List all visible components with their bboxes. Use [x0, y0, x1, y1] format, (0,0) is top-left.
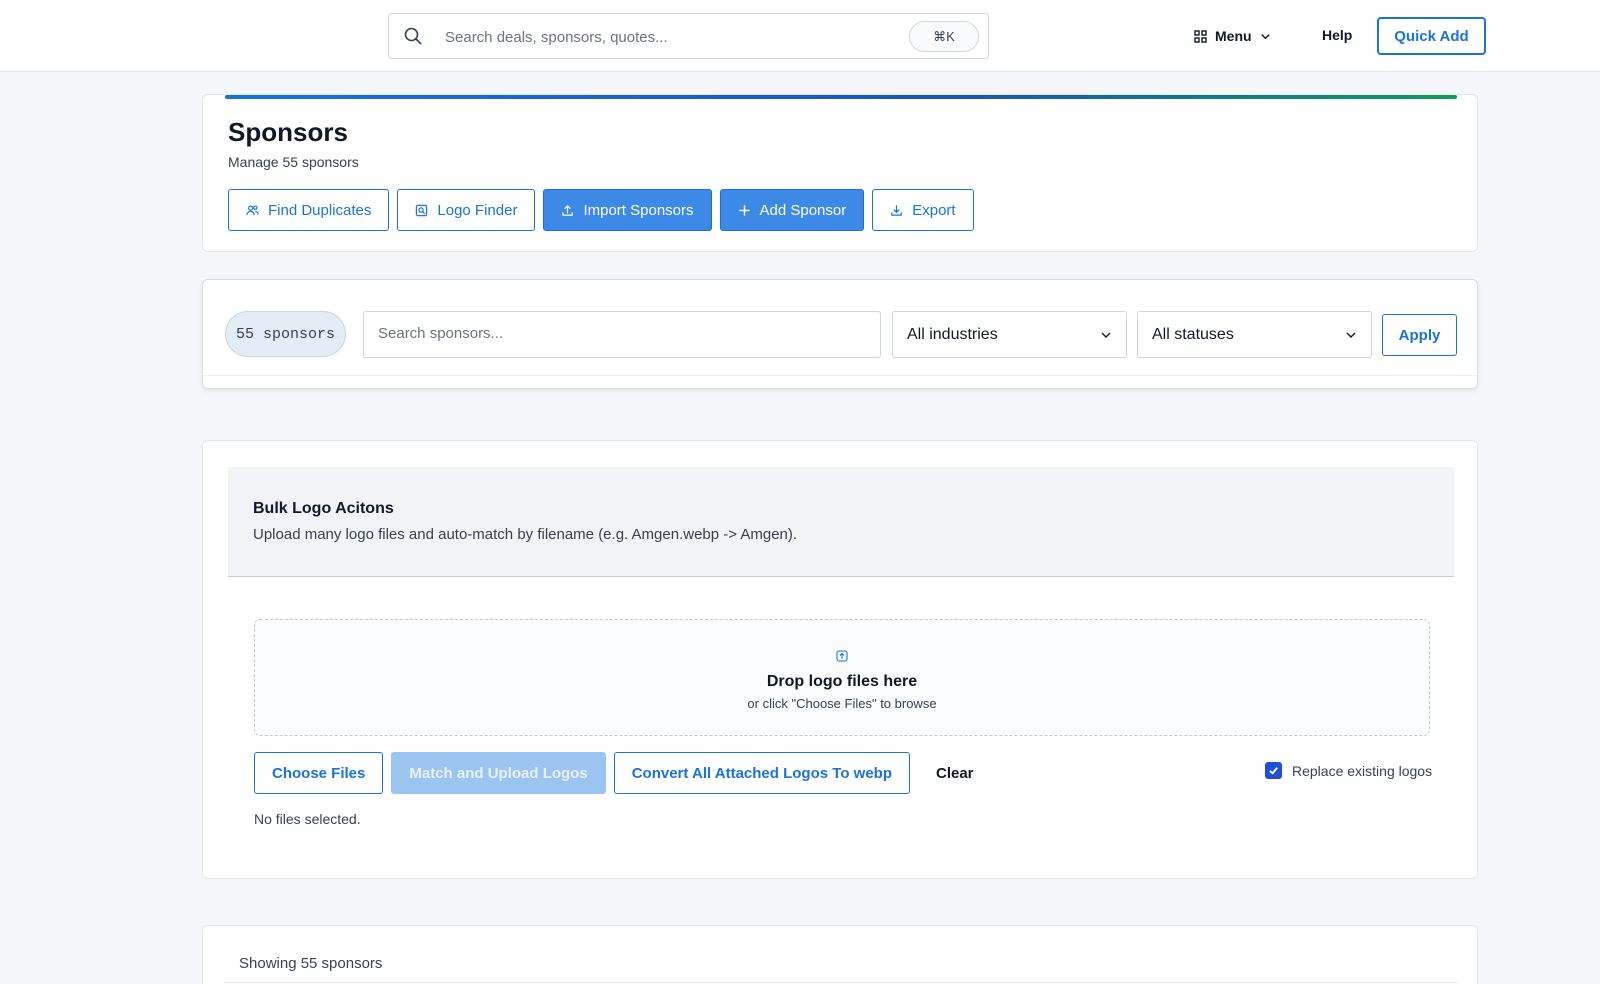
header-accent-bar	[225, 95, 1457, 99]
status-select[interactable]: All statuses	[1137, 311, 1372, 358]
menu-label: Menu	[1215, 28, 1252, 44]
add-sponsor-button[interactable]: Add Sponsor	[719, 189, 865, 231]
quick-add-button[interactable]: Quick Add	[1377, 17, 1486, 55]
chevron-down-icon	[1260, 33, 1270, 39]
bulk-logo-title: Bulk Logo Acitons	[253, 500, 394, 517]
logo-finder-label: Logo Finder	[437, 201, 518, 219]
global-search-input[interactable]: Search deals, sponsors, quotes... ⌘K	[388, 13, 989, 59]
bulk-logo-actions-card: Bulk Logo Acitons Upload many logo files…	[202, 440, 1478, 879]
import-sponsors-label: Import Sponsors	[583, 201, 694, 219]
users-icon	[246, 204, 259, 215]
dropzone-hint: or click "Choose Files" to browse	[747, 696, 937, 711]
import-sponsors-button[interactable]: Import Sponsors	[543, 189, 712, 231]
divider	[225, 982, 1457, 983]
help-link[interactable]: Help	[1322, 27, 1352, 43]
bulk-logo-actions: Choose Files Match and Upload Logos Conv…	[254, 752, 974, 794]
chevron-down-icon	[1101, 332, 1111, 338]
global-search-placeholder: Search deals, sponsors, quotes...	[445, 29, 668, 46]
page-subtitle: Manage 55 sponsors	[228, 154, 359, 170]
showing-count: Showing 55 sponsors	[239, 955, 383, 972]
grid-icon	[1194, 29, 1207, 43]
download-icon	[891, 204, 902, 216]
sponsor-count-badge: 55 sponsors	[225, 311, 346, 357]
add-sponsor-label: Add Sponsor	[759, 201, 847, 219]
upload-icon	[562, 204, 574, 216]
menu-dropdown-button[interactable]: Menu	[1194, 24, 1271, 48]
convert-logos-webp-button[interactable]: Convert All Attached Logos To webp	[613, 752, 910, 794]
search-icon	[404, 27, 422, 45]
apply-filters-button[interactable]: Apply	[1382, 314, 1457, 356]
export-button[interactable]: Export	[872, 189, 974, 231]
logo-dropzone[interactable]: Drop logo files here or click "Choose Fi…	[254, 619, 1430, 736]
image-search-icon	[416, 204, 428, 216]
check-icon	[1269, 767, 1278, 775]
sponsor-list-card: Showing 55 sponsors	[202, 925, 1478, 984]
filter-bar-card: 55 sponsors Search sponsors... All indus…	[202, 279, 1478, 389]
replace-existing-logos-checkbox[interactable]: Replace existing logos	[1265, 762, 1432, 779]
match-upload-logos-button[interactable]: Match and Upload Logos	[391, 752, 606, 794]
industry-select[interactable]: All industries	[892, 311, 1127, 358]
page-title: Sponsors	[228, 117, 348, 147]
export-label: Export	[912, 201, 956, 219]
files-status: No files selected.	[254, 811, 361, 827]
industry-select-value: All industries	[907, 326, 998, 343]
choose-files-button[interactable]: Choose Files	[254, 752, 384, 794]
logo-finder-button[interactable]: Logo Finder	[397, 189, 536, 231]
replace-existing-logos-label: Replace existing logos	[1292, 762, 1433, 779]
sponsors-header-card: Sponsors Manage 55 sponsors Find Duplica…	[202, 94, 1478, 252]
bulk-logo-description: Upload many logo files and auto-match by…	[253, 526, 798, 543]
chevron-down-icon	[1346, 332, 1356, 338]
checkbox-checked[interactable]	[1265, 762, 1282, 779]
divider	[203, 375, 1477, 376]
find-duplicates-label: Find Duplicates	[268, 201, 372, 219]
clear-button[interactable]: Clear	[936, 765, 974, 782]
upload-icon	[836, 650, 848, 662]
top-bar: Search deals, sponsors, quotes... ⌘K Men…	[0, 0, 1600, 72]
sponsor-search-input[interactable]: Search sponsors...	[363, 311, 881, 358]
plus-icon	[738, 204, 750, 216]
dropzone-title: Drop logo files here	[766, 673, 918, 690]
search-shortcut-badge: ⌘K	[909, 21, 979, 52]
status-select-value: All statuses	[1152, 326, 1234, 343]
find-duplicates-button[interactable]: Find Duplicates	[228, 189, 390, 231]
header-actions: Find Duplicates Logo Finder Import Spons…	[228, 189, 974, 231]
bulk-logo-header: Bulk Logo Acitons Upload many logo files…	[228, 467, 1454, 577]
